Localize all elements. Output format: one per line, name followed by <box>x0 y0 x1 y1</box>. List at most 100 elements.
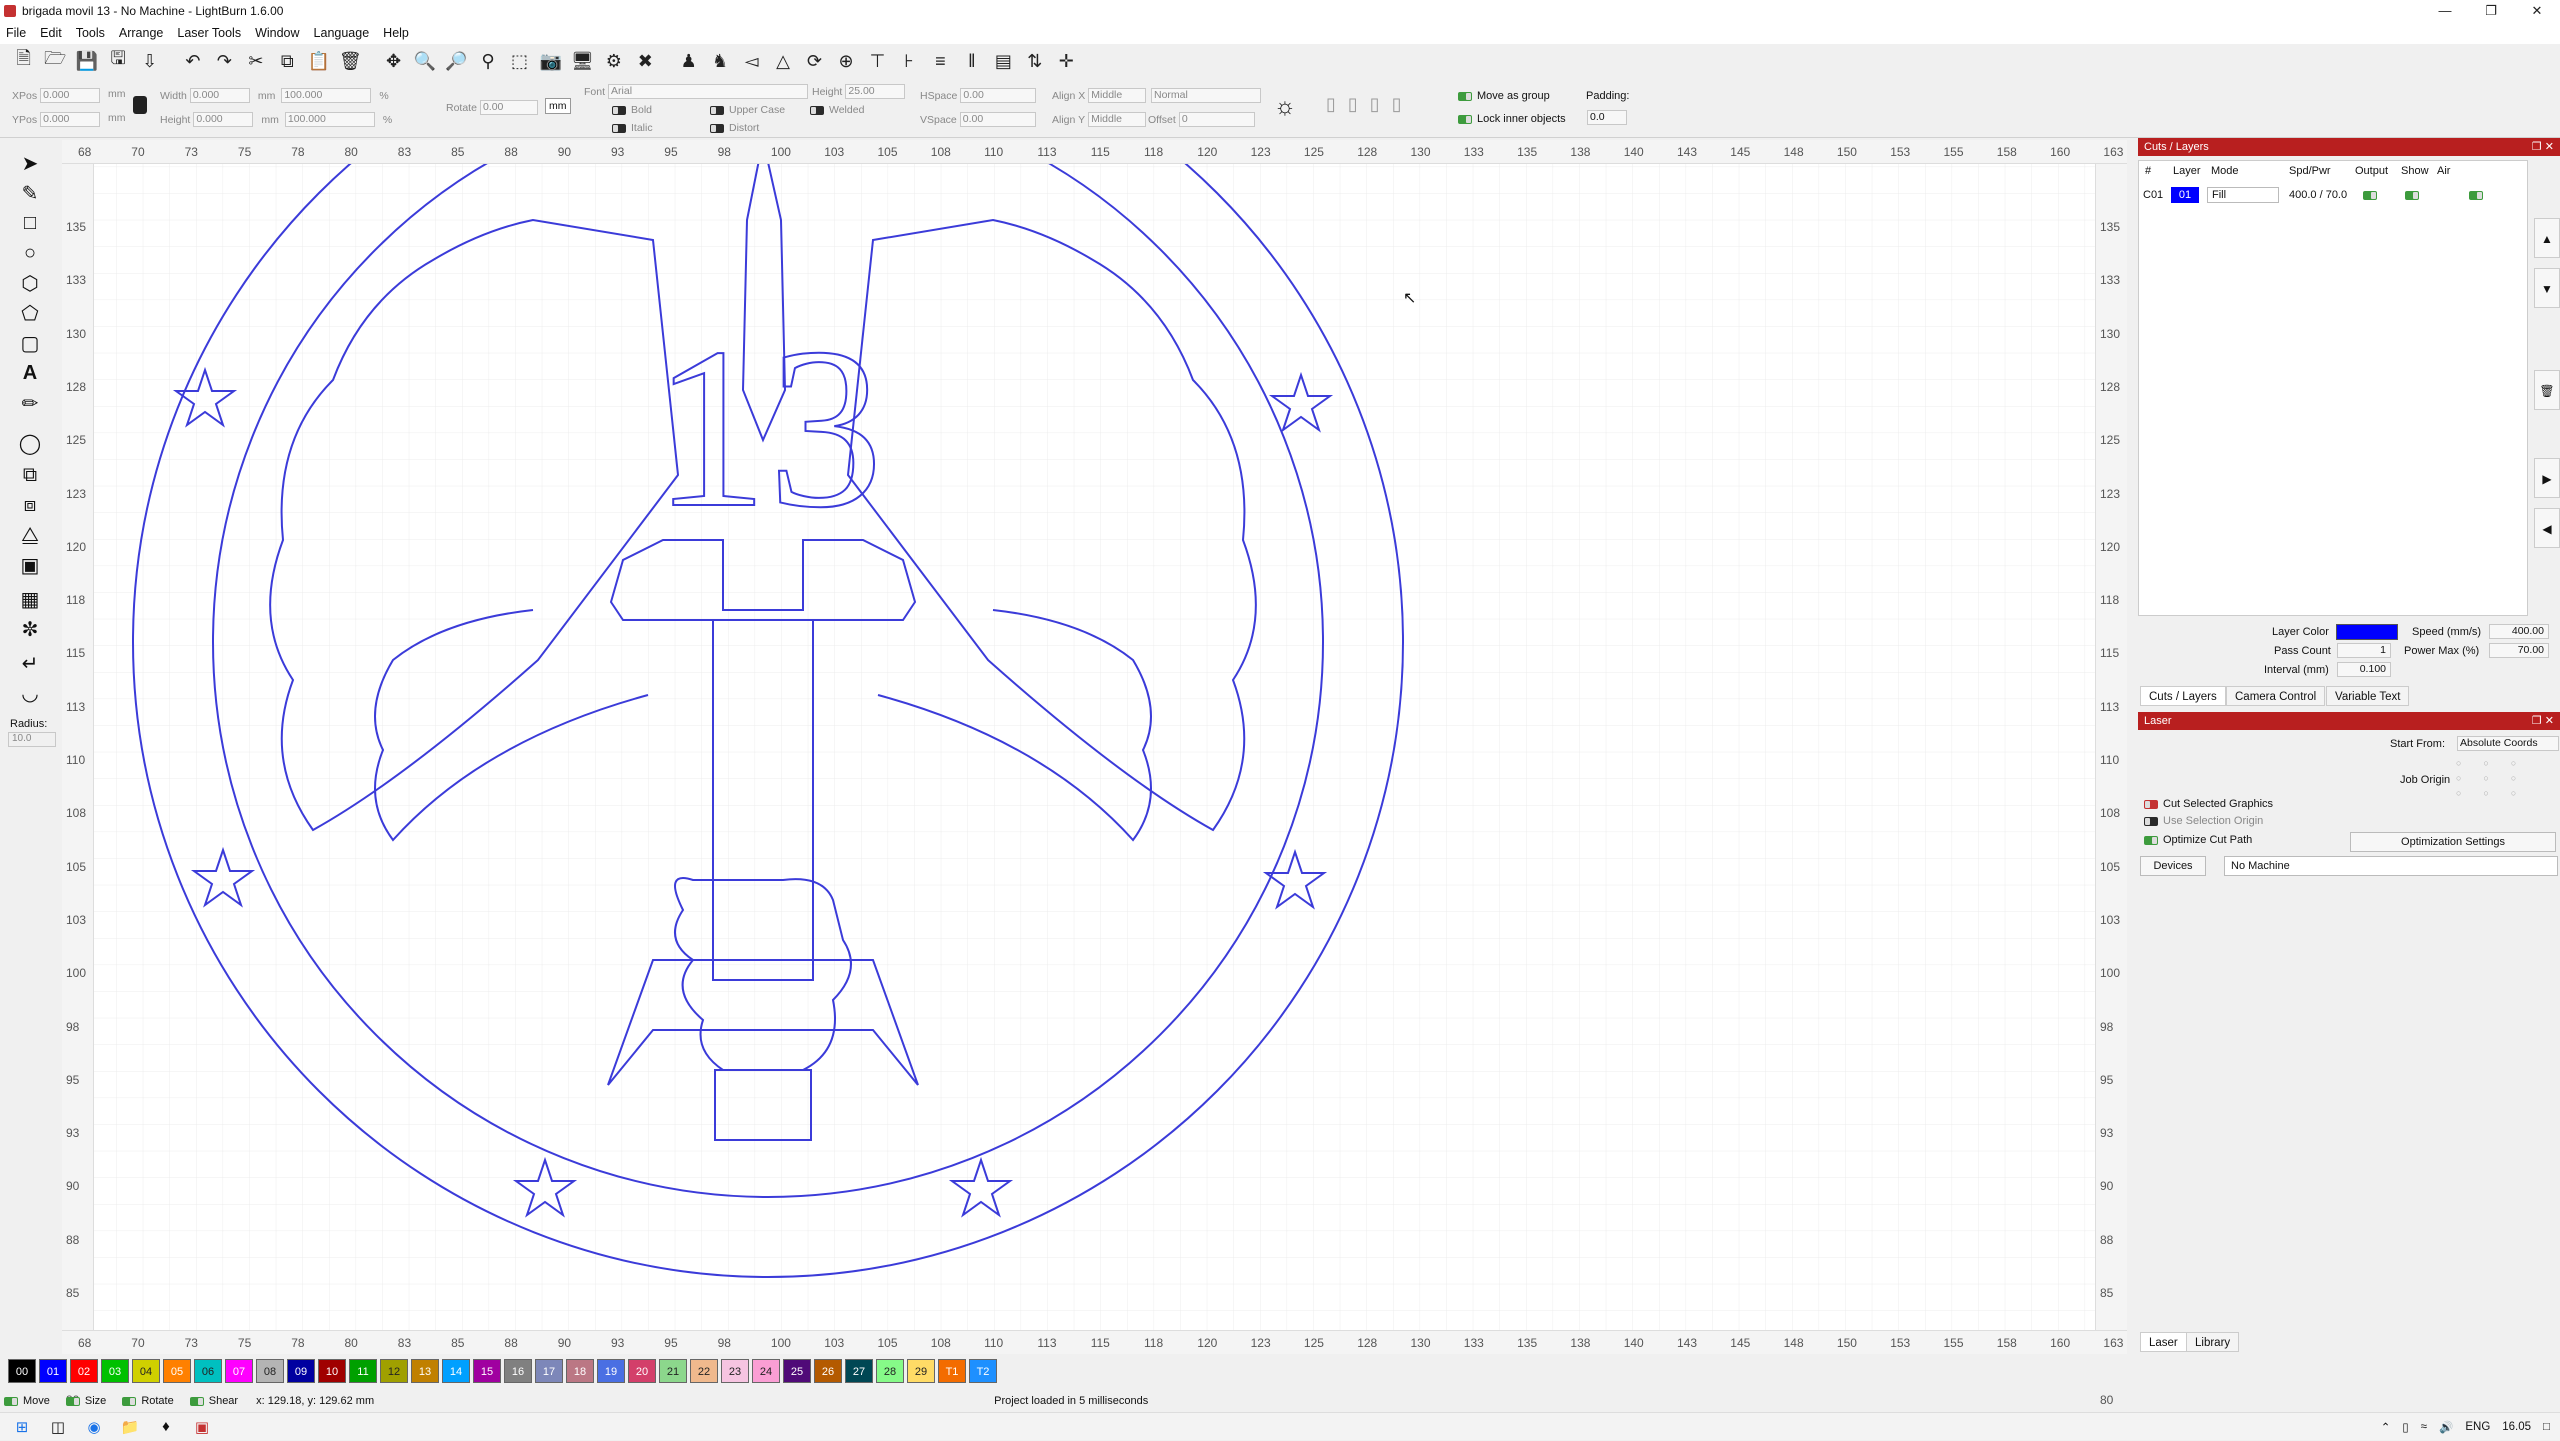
align-x-select[interactable]: Middle <box>1088 88 1147 103</box>
draw-line-icon[interactable]: ✎ <box>16 180 44 206</box>
distribute-h-icon[interactable]: ≡ <box>927 47 954 75</box>
palette-swatch-13[interactable]: 13 <box>411 1359 439 1383</box>
tools-icon[interactable]: ✖ <box>632 47 659 75</box>
expand-panel-icon[interactable]: ▶ <box>2534 458 2560 498</box>
layer-row[interactable]: C01 01 Fill 400.0 / 70.0 <box>2139 185 2527 205</box>
chrome-icon[interactable]: ◉ <box>80 1413 108 1441</box>
menu-arrange[interactable]: Arrange <box>119 26 163 40</box>
palette-swatch-05[interactable]: 05 <box>163 1359 191 1383</box>
output-toggle-icon[interactable] <box>2363 191 2377 200</box>
palette-swatch-07[interactable]: 07 <box>225 1359 253 1383</box>
crosshair-icon[interactable]: ✛ <box>1053 47 1080 75</box>
tray-wifi-icon[interactable]: ≈ <box>2421 1421 2427 1433</box>
width-input[interactable]: 0.000 <box>189 88 250 103</box>
use-selection-origin-toggle[interactable]: Use Selection Origin <box>2144 815 2263 827</box>
palette-swatch-01[interactable]: 01 <box>39 1359 67 1383</box>
boolean-intersect-icon[interactable]: ⧋ <box>16 522 44 548</box>
layer-row-color[interactable]: 01 <box>2171 187 2199 203</box>
status-rotate-toggle[interactable]: Rotate <box>122 1395 174 1407</box>
menu-language[interactable]: Language <box>314 26 370 40</box>
import-icon[interactable]: ⇩ <box>136 47 163 75</box>
zoom-out-icon[interactable]: ⚲ <box>474 47 501 75</box>
menu-file[interactable]: File <box>6 26 26 40</box>
notification-icon[interactable]: □ <box>2543 1421 2550 1433</box>
air-toggle-icon[interactable] <box>2469 191 2483 200</box>
offset-input[interactable]: 0 <box>1178 112 1255 127</box>
edit-nodes-icon[interactable]: ▢ <box>16 330 44 356</box>
tab-library[interactable]: Library <box>2186 1332 2240 1352</box>
minimize-icon[interactable]: — <box>2422 0 2468 22</box>
windows-start-icon[interactable]: ⊞ <box>8 1413 36 1441</box>
camera-icon[interactable]: 📷 <box>537 47 564 75</box>
palette-swatch-26[interactable]: 26 <box>814 1359 842 1383</box>
file-explorer-icon[interactable]: 📁 <box>116 1413 144 1441</box>
mirror-horizontal-icon[interactable]: ◅ <box>738 47 765 75</box>
nudge-icon[interactable]: ⇅ <box>1021 47 1048 75</box>
job-origin-grid[interactable]: ○○○ ○○○ ○○○ <box>2456 756 2556 800</box>
close-icon[interactable]: ✕ <box>2514 0 2560 22</box>
status-shear-toggle[interactable]: Shear <box>189 1395 238 1407</box>
tray-battery-icon[interactable]: ▯ <box>2402 1420 2408 1434</box>
ypos-input[interactable]: 0.000 <box>40 112 101 127</box>
palette-swatch-04[interactable]: 04 <box>132 1359 160 1383</box>
menu-help[interactable]: Help <box>383 26 409 40</box>
palette-swatch-20[interactable]: 20 <box>628 1359 656 1383</box>
new-file-icon[interactable]: 🗎 <box>10 47 37 75</box>
ungroup-icon[interactable]: ♞ <box>706 47 733 75</box>
boolean-diff-icon[interactable]: ⧈ <box>16 492 44 518</box>
palette-swatch-14[interactable]: 14 <box>442 1359 470 1383</box>
cut-icon[interactable]: ✂ <box>242 47 269 75</box>
palette-swatch-T2[interactable]: T2 <box>969 1359 997 1383</box>
interval-input[interactable]: 0.100 <box>2337 662 2391 677</box>
monitor-icon[interactable]: 🖥 <box>569 47 596 75</box>
text-mode-select[interactable]: Normal <box>1151 88 1261 103</box>
font-select[interactable]: Arial <box>608 84 809 99</box>
align-center-icon[interactable]: ⊕ <box>832 47 859 75</box>
start-from-select[interactable]: Absolute Coords <box>2457 736 2559 751</box>
move-as-group-toggle[interactable]: Move as group <box>1458 90 1550 102</box>
pass-count-input[interactable]: 1 <box>2337 643 2391 658</box>
power-max-input[interactable]: 70.00 <box>2489 643 2549 658</box>
measure-icon[interactable]: ✏ <box>16 390 44 416</box>
laser-panel-close-icon[interactable]: ❐ ✕ <box>2532 712 2554 730</box>
pentagon-icon[interactable]: ⬠ <box>16 300 44 326</box>
dock-icon[interactable]: ▤ <box>990 47 1017 75</box>
lightburn-taskbar-icon[interactable]: ▣ <box>188 1413 216 1441</box>
menu-tools[interactable]: Tools <box>76 26 105 40</box>
panel-close-icon[interactable]: ❐ ✕ <box>2532 138 2554 156</box>
devices-button[interactable]: Devices <box>2140 856 2206 876</box>
open-folder-icon[interactable]: 🗁 <box>41 47 68 75</box>
offset-icon[interactable]: ◯ <box>16 430 44 456</box>
zoom-in-icon[interactable]: 🔍 <box>411 47 438 75</box>
palette-swatch-24[interactable]: 24 <box>752 1359 780 1383</box>
move-layer-up-icon[interactable]: ▲ <box>2534 218 2560 258</box>
palette-swatch-08[interactable]: 08 <box>256 1359 284 1383</box>
layer-color-swatch[interactable] <box>2336 624 2398 640</box>
align-middle-icon[interactable]: ⊦ <box>895 47 922 75</box>
move-icon[interactable]: ✥ <box>380 47 407 75</box>
undo-icon[interactable]: ↶ <box>179 47 206 75</box>
palette-swatch-12[interactable]: 12 <box>380 1359 408 1383</box>
menu-laser-tools[interactable]: Laser Tools <box>177 26 241 40</box>
palette-swatch-17[interactable]: 17 <box>535 1359 563 1383</box>
delete-icon[interactable]: 🗑 <box>337 47 364 75</box>
weld-icon[interactable]: ▣ <box>16 552 44 578</box>
paste-icon[interactable]: 📋 <box>305 47 332 75</box>
rotate-icon[interactable]: ⟳ <box>801 47 828 75</box>
circular-array-icon[interactable]: ✼ <box>16 616 44 642</box>
palette-swatch-27[interactable]: 27 <box>845 1359 873 1383</box>
task-view-icon[interactable]: ◫ <box>44 1413 72 1441</box>
tray-clock[interactable]: 16.05 <box>2502 1421 2531 1433</box>
layer-mode-select[interactable]: Fill <box>2207 187 2279 203</box>
distribute-v-icon[interactable]: ‖ <box>958 47 985 75</box>
radius-input[interactable]: 10.0 <box>8 732 56 747</box>
bold-toggle[interactable]: Bold <box>612 104 652 116</box>
xpos-input[interactable]: 0.000 <box>40 88 101 103</box>
align-y-select[interactable]: Middle <box>1088 112 1147 127</box>
design-canvas[interactable]: 13 ↖ <box>62 140 2127 1354</box>
lock-ratio-icon[interactable] <box>133 96 147 114</box>
fillet-icon[interactable]: ◡ <box>16 680 44 706</box>
cut-selected-toggle[interactable]: Cut Selected Graphics <box>2144 798 2273 810</box>
align-top-icon[interactable]: ⊤ <box>864 47 891 75</box>
palette-swatch-00[interactable]: 00 <box>8 1359 36 1383</box>
